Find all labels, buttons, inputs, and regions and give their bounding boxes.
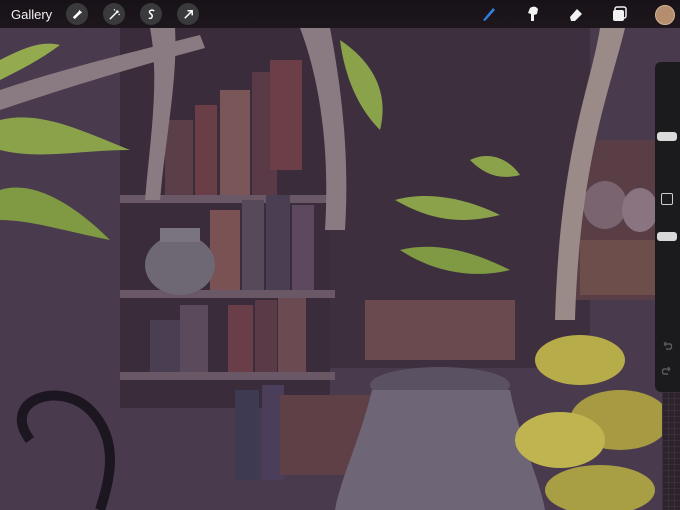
- canvas-artwork[interactable]: [0, 0, 680, 510]
- wrench-icon[interactable]: [66, 3, 89, 25]
- magic-wand-icon[interactable]: [103, 3, 126, 25]
- eraser-icon[interactable]: [565, 3, 587, 25]
- brush-size-slider[interactable]: [657, 131, 677, 141]
- app-window: Gallery: [0, 0, 680, 510]
- opacity-slider[interactable]: [657, 232, 677, 242]
- color-swatch[interactable]: [655, 5, 675, 25]
- smudge-icon[interactable]: [522, 3, 544, 25]
- selection-s-icon[interactable]: [140, 3, 163, 25]
- brush-icon[interactable]: [478, 3, 500, 25]
- redo-icon[interactable]: [660, 364, 674, 378]
- modify-button[interactable]: [661, 193, 673, 205]
- undo-icon[interactable]: [660, 339, 674, 353]
- layers-icon[interactable]: [609, 3, 631, 25]
- top-toolbar: Gallery: [0, 0, 680, 28]
- sidebar-panel: [655, 62, 680, 392]
- canvas-edge-grid: [662, 392, 680, 510]
- transform-arrow-icon[interactable]: [177, 3, 200, 25]
- gallery-button[interactable]: Gallery: [11, 7, 52, 22]
